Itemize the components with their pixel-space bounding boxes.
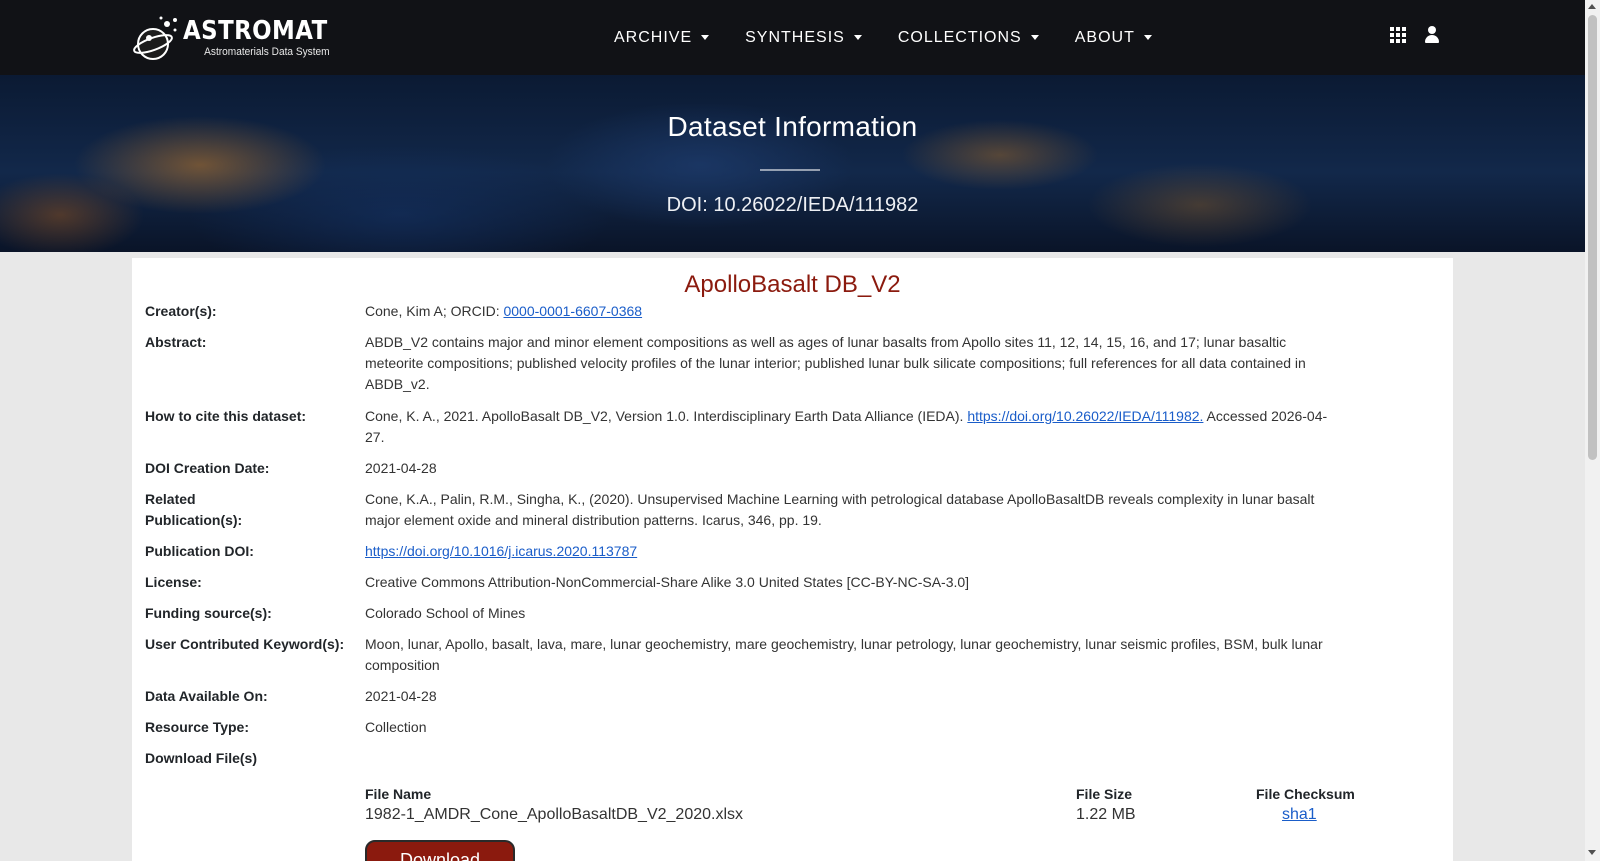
cite-value: Cone, K. A., 2021. ApolloBasalt DB_V2, V… — [365, 406, 1335, 448]
scrollbar-thumb[interactable] — [1588, 15, 1597, 460]
user-icon[interactable] — [1424, 26, 1440, 44]
nav-synthesis-label: SYNTHESIS — [745, 28, 845, 46]
doi-date-label: DOI Creation Date: — [145, 460, 270, 476]
file-name-value: 1982-1_AMDR_Cone_ApolloBasaltDB_V2_2020.… — [365, 806, 744, 823]
related-pub-label-line2: Publication(s): — [145, 512, 243, 528]
download-label: Download File(s) — [145, 750, 257, 766]
license-label: License: — [145, 574, 202, 590]
dataset-title: ApolloBasalt DB_V2 — [684, 271, 901, 298]
cite-doi-link[interactable]: https://doi.org/10.26022/IEDA/111982. — [967, 408, 1203, 424]
brand-logo-link[interactable]: ASTROMAT Astromaterials Data System — [131, 12, 331, 64]
scroll-up-arrow-icon[interactable] — [1588, 4, 1596, 9]
available-label: Data Available On: — [145, 688, 268, 704]
dataset-doi: DOI: 10.26022/IEDA/111982 — [666, 194, 919, 216]
creator-label: Creator(s): — [145, 303, 217, 319]
file-size-header: File Size — [1076, 786, 1133, 802]
top-navbar: ASTROMAT Astromaterials Data System ARCH… — [0, 0, 1585, 75]
page-title: Dataset Information — [667, 111, 918, 142]
creator-text: Cone, Kim A; ORCID: — [365, 303, 504, 319]
title-divider — [760, 169, 820, 171]
pub-doi-value: https://doi.org/10.1016/j.icarus.2020.11… — [365, 541, 1335, 562]
checksum-sha1-link[interactable]: sha1 — [1282, 806, 1317, 823]
related-pub-label: Related Publication(s): — [145, 489, 355, 531]
file-size-value: 1.22 MB — [1076, 806, 1136, 823]
resource-label: Resource Type: — [145, 719, 249, 735]
hero-banner: Dataset Information DOI: 10.26022/IEDA/1… — [0, 75, 1585, 252]
checksum-cell: sha1 — [1282, 806, 1317, 824]
resource-value: Collection — [365, 719, 427, 735]
chevron-down-icon — [1143, 35, 1152, 40]
funding-label: Funding source(s): — [145, 605, 272, 621]
nav-archive-label: ARCHIVE — [614, 28, 693, 46]
abstract-label: Abstract: — [145, 334, 207, 350]
creator-value: Cone, Kim A; ORCID: 0000-0001-6607-0368 — [365, 301, 1335, 322]
orcid-link[interactable]: 0000-0001-6607-0368 — [503, 303, 642, 319]
page-scrollbar[interactable] — [1585, 0, 1600, 861]
nav-collections[interactable]: COLLECTIONS — [898, 29, 1039, 47]
main-nav-menu: ARCHIVE SYNTHESIS COLLECTIONS ABOUT — [614, 0, 1188, 75]
pub-doi-label: Publication DOI: — [145, 543, 254, 559]
related-pub-label-line1: Related — [145, 491, 196, 507]
available-value: 2021-04-28 — [365, 688, 437, 704]
nav-collections-label: COLLECTIONS — [897, 28, 1022, 46]
brand-title: ASTROMAT — [183, 16, 328, 46]
license-value: Creative Commons Attribution-NonCommerci… — [365, 574, 970, 590]
funding-value: Colorado School of Mines — [365, 605, 526, 621]
chevron-down-icon — [1030, 35, 1039, 40]
chevron-down-icon — [701, 35, 710, 40]
nav-synthesis[interactable]: SYNTHESIS — [745, 29, 862, 47]
dataset-card: ApolloBasalt DB_V2 Creator(s): Cone, Kim… — [132, 258, 1453, 861]
file-checksum-header: File Checksum — [1256, 786, 1355, 802]
download-button[interactable]: Download — [365, 840, 515, 861]
cite-label: How to cite this dataset: — [145, 408, 307, 424]
abstract-value: ABDB_V2 contains major and minor element… — [365, 334, 1306, 392]
chevron-down-icon — [853, 35, 862, 40]
keywords-value: Moon, lunar, Apollo, basalt, lava, mare,… — [365, 636, 1323, 673]
nav-archive[interactable]: ARCHIVE — [614, 28, 710, 47]
keywords-label: User Contributed Keyword(s): — [145, 636, 345, 652]
doi-date-value: 2021-04-28 — [365, 460, 437, 476]
file-name-header: File Name — [365, 786, 432, 802]
astromat-logo-icon — [131, 14, 179, 62]
related-pub-value: Cone, K.A., Palin, R.M., Singha, K., (20… — [365, 491, 1315, 528]
cite-text: Cone, K. A., 2021. ApolloBasalt DB_V2, V… — [365, 408, 968, 424]
apps-grid-icon[interactable] — [1390, 27, 1406, 43]
nav-icon-group — [1390, 26, 1440, 44]
pub-doi-link[interactable]: https://doi.org/10.1016/j.icarus.2020.11… — [365, 543, 637, 559]
nav-about[interactable]: ABOUT — [1075, 29, 1152, 47]
nav-about-label: ABOUT — [1074, 28, 1135, 46]
brand-subtitle: Astromaterials Data System — [204, 46, 330, 58]
scroll-down-arrow-icon[interactable] — [1588, 850, 1596, 855]
